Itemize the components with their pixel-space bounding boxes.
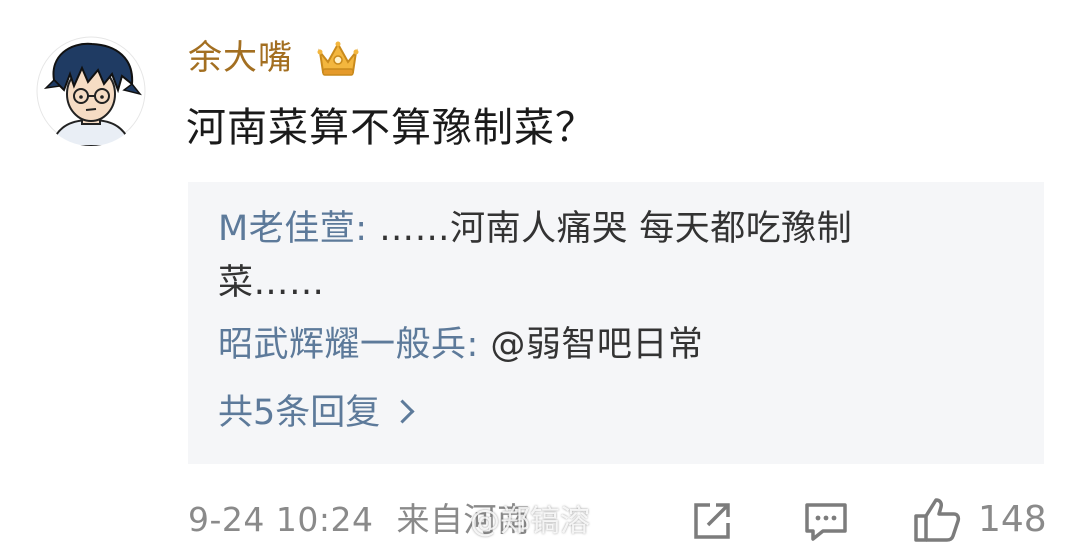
avatar[interactable] — [36, 36, 146, 146]
reply-author[interactable]: M老佳萱: — [218, 209, 368, 249]
post-timestamp: 9-24 10:24 — [188, 500, 374, 539]
more-replies-label: 共5条回复 — [218, 393, 381, 433]
comment-icon — [805, 503, 847, 541]
share-button[interactable] — [690, 495, 734, 545]
replies-panel[interactable]: M老佳萱: ……河南人痛哭 每天都吃豫制菜…… 昭武辉耀一般兵: @弱智吧日常 … — [188, 182, 1044, 464]
view-more-replies-link[interactable]: 共5条回复 — [218, 386, 415, 440]
post-text: 河南菜算不算豫制菜？ — [186, 105, 596, 151]
reply-item[interactable]: M老佳萱: ……河南人痛哭 每天都吃豫制菜…… — [218, 202, 918, 310]
username[interactable]: 余大嘴 — [188, 34, 293, 82]
share-icon — [694, 503, 730, 539]
reply-author[interactable]: 昭武辉耀一般兵: — [218, 325, 479, 365]
reply-item[interactable]: 昭武辉耀一般兵: @弱智吧日常 — [218, 318, 703, 372]
chevron-right-icon — [390, 399, 415, 424]
like-count: 148 — [978, 499, 1047, 540]
thumbs-up-icon — [914, 498, 961, 542]
comment-button[interactable] — [803, 495, 849, 545]
crown-icon — [316, 38, 360, 78]
reply-text: @弱智吧日常 — [478, 325, 704, 365]
like-button[interactable]: 148 — [912, 495, 1052, 545]
anime-boy-avatar-icon — [36, 36, 146, 146]
watermark: @郑镐溶 — [470, 504, 590, 539]
